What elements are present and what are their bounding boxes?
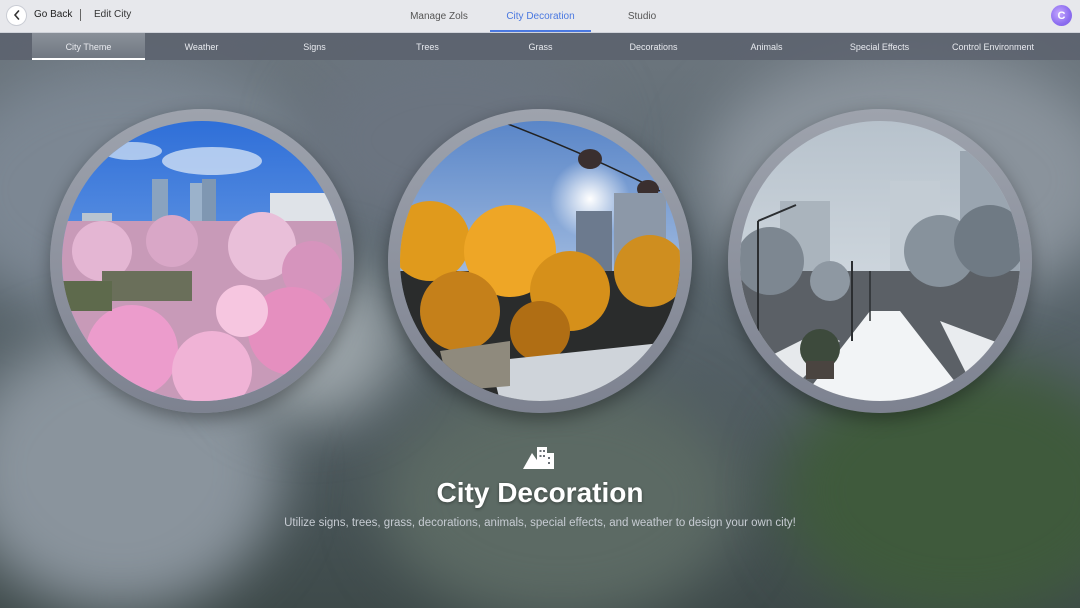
spring-cherry-blossom-image: [62, 121, 342, 401]
theme-option-winter[interactable]: [728, 109, 1032, 413]
subtab-trees[interactable]: Trees: [371, 33, 484, 60]
tab-label: City Decoration: [506, 10, 575, 22]
divider: [80, 9, 81, 21]
page-description: Utilize signs, trees, grass, decorations…: [284, 517, 796, 529]
theme-option-spring[interactable]: [50, 109, 354, 413]
back-button[interactable]: [7, 6, 26, 25]
edit-city-label: Edit City: [94, 9, 132, 20]
page-title: City Decoration: [436, 477, 644, 508]
avatar[interactable]: C: [1051, 5, 1072, 26]
subtab-label: Weather: [184, 41, 219, 52]
subtab-control-environment[interactable]: Control Environment: [936, 33, 1050, 60]
subtab-label: Animals: [750, 41, 783, 52]
subtab-label: City Theme: [65, 41, 112, 52]
subtab-label: Special Effects: [849, 41, 910, 52]
subtab-grass[interactable]: Grass: [484, 33, 597, 60]
winter-snow-image: [740, 121, 1020, 401]
category-nav: City Theme Weather Signs Trees Grass Dec…: [0, 33, 1080, 60]
autumn-ginkgo-image: [400, 121, 680, 401]
subtab-label: Trees: [416, 41, 439, 52]
go-back-link[interactable]: Go Back: [34, 9, 72, 20]
subtab-weather[interactable]: Weather: [145, 33, 258, 60]
city-buildings-icon: [522, 443, 556, 471]
tab-label: Studio: [627, 10, 657, 22]
subtab-city-theme[interactable]: City Theme: [32, 33, 145, 60]
subtab-label: Control Environment: [951, 41, 1035, 52]
chevron-left-icon: [13, 7, 21, 25]
subtab-decorations[interactable]: Decorations: [597, 33, 710, 60]
subtab-label: Decorations: [629, 41, 678, 52]
subtab-label: Signs: [303, 41, 326, 52]
tab-studio[interactable]: Studio: [615, 0, 669, 32]
tab-label: Manage Zols: [410, 10, 468, 22]
subtab-label: Grass: [528, 41, 553, 52]
top-bar: Go Back Edit City Manage Zols City Decor…: [0, 0, 1080, 33]
tab-city-decoration[interactable]: City Decoration: [490, 0, 591, 32]
theme-option-autumn[interactable]: [388, 109, 692, 413]
subtab-signs[interactable]: Signs: [258, 33, 371, 60]
tab-manage-zols[interactable]: Manage Zols: [400, 0, 478, 32]
subtab-animals[interactable]: Animals: [710, 33, 823, 60]
subtab-special-effects[interactable]: Special Effects: [823, 33, 936, 60]
user-initial: C: [1057, 9, 1066, 22]
